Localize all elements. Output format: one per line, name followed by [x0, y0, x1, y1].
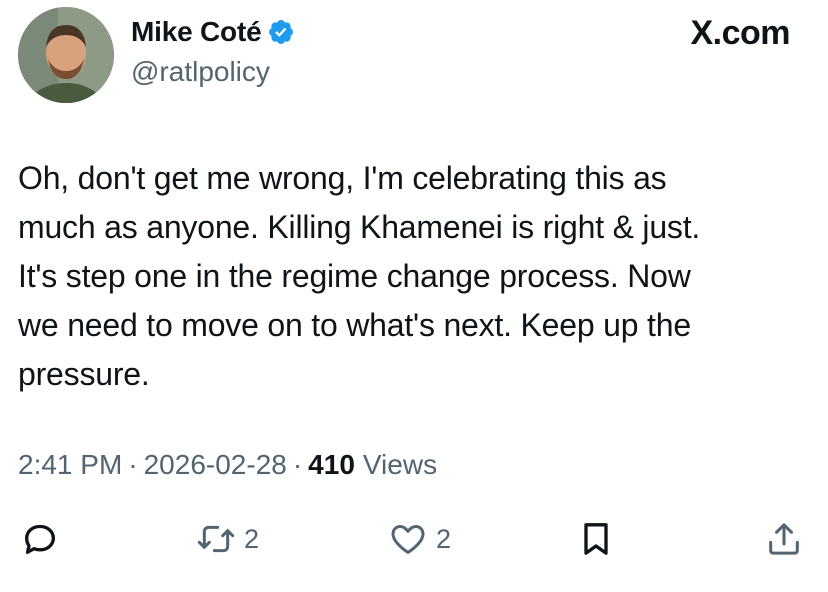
heart-icon [391, 525, 425, 554]
share-icon [769, 523, 799, 555]
bookmark-icon [584, 523, 608, 555]
brand-logo: X.com [690, 14, 790, 52]
like-button[interactable]: 2 [388, 519, 451, 559]
tweet-date[interactable]: 2026-02-28 [144, 449, 287, 481]
verified-badge-icon [269, 20, 294, 44]
tweet-meta: 2:41 PM · 2026-02-28 · 410 Views [18, 449, 437, 481]
tweet-text: Oh, don't get me wrong, I'm celebrating … [18, 160, 701, 392]
reply-icon [25, 524, 55, 554]
share-button[interactable] [764, 519, 804, 559]
action-bar: 2 2 [0, 513, 828, 569]
bookmark-button[interactable] [576, 519, 616, 559]
author-name-row[interactable]: Mike Coté [131, 16, 295, 48]
meta-separator: · [292, 449, 303, 480]
tweet-time[interactable]: 2:41 PM [18, 449, 122, 481]
views-label: Views [362, 449, 438, 480]
reply-button[interactable] [20, 519, 60, 559]
views-count: 410 [308, 449, 355, 480]
avatar[interactable] [18, 7, 114, 103]
avatar-image [18, 7, 114, 103]
retweet-button[interactable]: 2 [196, 519, 259, 559]
author-display-name[interactable]: Mike Coté [131, 16, 262, 48]
retweet-count: 2 [244, 523, 260, 554]
like-count: 2 [436, 523, 452, 554]
meta-separator: · [128, 449, 138, 480]
author-handle[interactable]: @ratlpolicy [131, 56, 270, 88]
retweet-icon [197, 525, 235, 553]
